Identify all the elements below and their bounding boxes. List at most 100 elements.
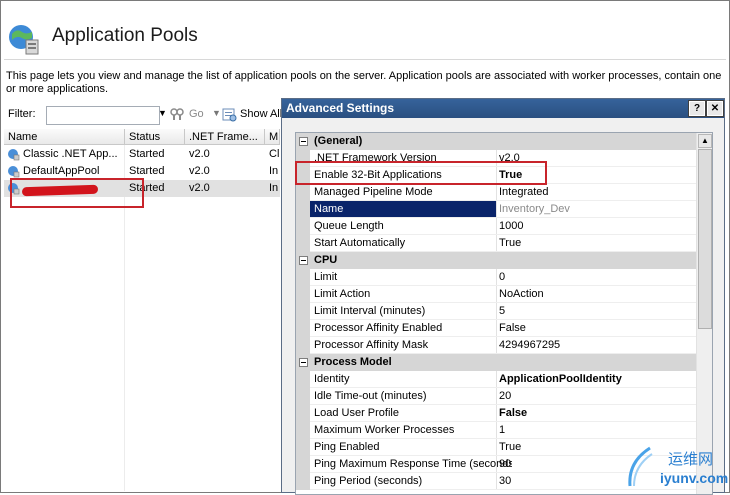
property-row[interactable]: Limit 0 [296,269,696,286]
property-name: Name [310,201,496,218]
go-button[interactable]: Go [189,108,204,120]
show-all-button[interactable]: Show All [240,108,282,120]
row-margin [296,456,310,473]
property-value[interactable]: True [499,439,521,456]
row-margin [296,337,310,354]
property-row[interactable]: Processor Affinity Mask 4294967295 [296,337,696,354]
column-header-name[interactable]: Name [4,129,125,145]
row-pipeline-mode: Cl [269,148,280,160]
property-name: Load User Profile [314,407,399,419]
property-name: Identity [314,373,350,385]
property-row[interactable]: Start Automatically True [296,235,696,252]
property-name: Processor Affinity Mask [314,339,429,351]
property-name: Limit Action [314,288,371,300]
property-category[interactable]: CPU [296,252,696,269]
property-row[interactable]: Idle Time-out (minutes) 20 [296,388,696,405]
row-status: Started [129,148,165,160]
close-button[interactable]: ✕ [706,100,724,117]
property-value[interactable]: 4294967295 [499,337,560,354]
value-separator [496,388,497,405]
property-category[interactable]: Process Model [296,354,696,371]
page-title: Application Pools [52,25,198,46]
help-button[interactable]: ? [688,100,706,117]
row-framework: v2.0 [189,165,210,177]
go-dropdown-icon[interactable]: ▼ [212,108,221,118]
property-name: Maximum Worker Processes [314,424,455,436]
scrollbar-thumb[interactable] [698,149,712,329]
property-value[interactable]: 5 [499,303,505,320]
property-name: Queue Length [314,220,384,232]
property-name: Ping Maximum Response Time (seconds) [314,458,512,470]
property-name: Limit [314,271,338,283]
property-row[interactable]: Identity ApplicationPoolIdentity [296,371,696,388]
property-name: Ping Period (seconds) [314,475,423,487]
row-name: Classic .NET App... [23,148,118,160]
collapse-icon[interactable] [299,256,308,265]
value-separator [496,269,497,286]
row-margin [296,184,310,201]
application-pools-icon [9,25,39,55]
property-row[interactable]: Limit Interval (minutes) 5 [296,303,696,320]
dialog-title: Advanced Settings [282,99,724,118]
property-name: Idle Time-out (minutes) [314,390,427,402]
row-margin [296,320,310,337]
collapse-icon[interactable] [299,358,308,367]
row-margin [296,405,310,422]
value-separator [496,371,497,388]
property-value[interactable]: Inventory_Dev [499,201,570,218]
property-value[interactable]: 90 [499,456,511,473]
row-pipeline-mode: In [269,182,279,194]
watermark-en-text: iyunv.com [660,470,729,486]
collapse-icon[interactable] [299,137,308,146]
row-margin [296,235,310,252]
property-value[interactable]: 1000 [499,218,523,235]
property-name: Start Automatically [314,237,406,249]
row-framework: v2.0 [189,148,210,160]
value-separator [496,235,497,252]
property-value[interactable]: Integrated [499,184,549,201]
app-pool-icon [8,149,20,161]
value-separator [496,184,497,201]
property-value[interactable]: NoAction [499,286,544,303]
property-value[interactable]: 1 [499,422,505,439]
column-header-framework[interactable]: .NET Frame... [185,129,265,145]
column-header-pipeline-mode[interactable]: M [265,129,280,145]
property-category[interactable]: (General) [296,133,696,150]
property-name: Ping Enabled [314,441,380,453]
show-all-icon[interactable] [222,107,237,122]
property-value[interactable]: 20 [499,388,511,405]
property-value[interactable]: False [499,405,527,422]
value-separator [496,218,497,235]
value-separator [496,456,497,473]
property-row[interactable]: Managed Pipeline Mode Integrated [296,184,696,201]
property-value[interactable]: 30 [499,473,511,490]
row-margin [296,303,310,320]
property-row[interactable]: Limit Action NoAction [296,286,696,303]
watermark-cn-text: 运维网 [668,450,714,468]
scroll-up-icon[interactable]: ▲ [698,134,712,148]
filter-dropdown-icon[interactable]: ▼ [158,108,167,118]
value-separator [496,303,497,320]
property-row[interactable]: Queue Length 1000 [296,218,696,235]
filter-input[interactable] [46,106,160,125]
property-value[interactable]: False [499,320,526,337]
category-label: (General) [314,135,363,147]
property-row[interactable]: Maximum Worker Processes 1 [296,422,696,439]
row-margin [296,201,310,218]
property-value[interactable]: ApplicationPoolIdentity [499,371,622,388]
row-margin [296,269,310,286]
property-row[interactable]: Name Inventory_Dev [296,201,696,218]
property-row[interactable]: Processor Affinity Enabled False [296,320,696,337]
filter-label: Filter: [8,108,36,120]
go-icon[interactable] [170,107,184,121]
value-separator [496,439,497,456]
property-value[interactable]: 0 [499,269,505,286]
row-framework: v2.0 [189,182,210,194]
table-row[interactable]: Classic .NET App... Started v2.0 Cl [4,146,280,163]
row-margin [296,371,310,388]
property-row[interactable]: Load User Profile False [296,405,696,422]
column-header-status[interactable]: Status [125,129,185,145]
property-value[interactable]: True [499,235,521,252]
row-margin [296,218,310,235]
row-margin [296,388,310,405]
